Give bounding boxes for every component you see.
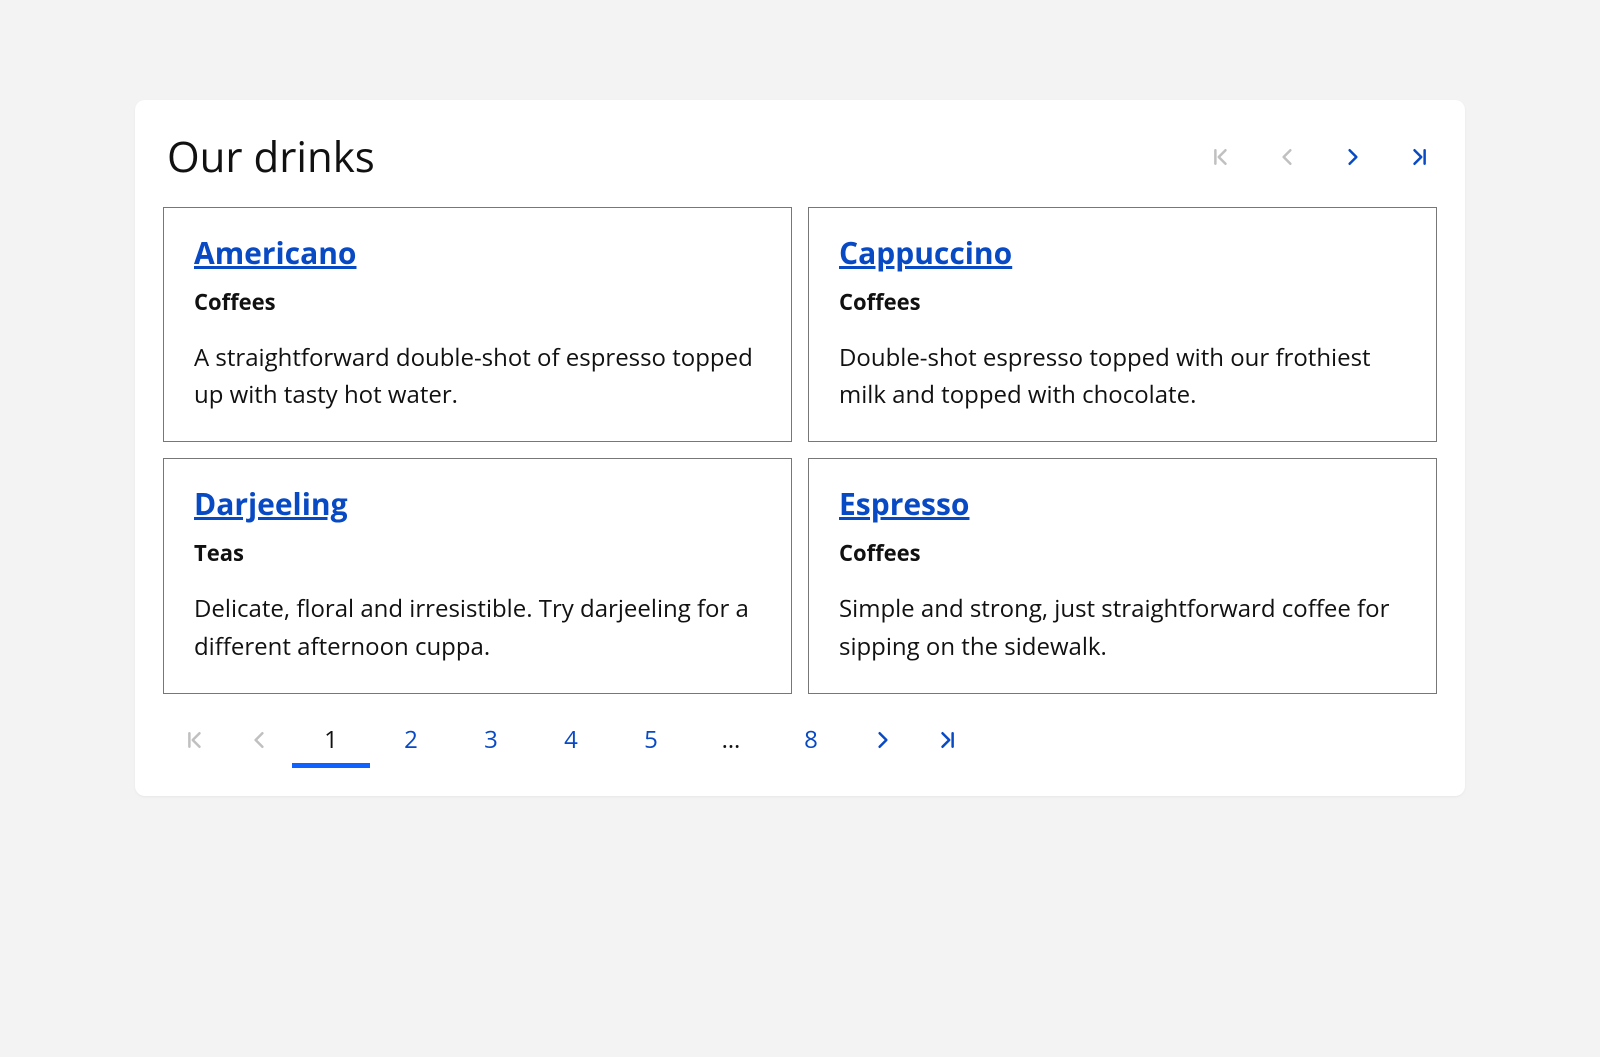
drink-name-link[interactable]: Darjeeling xyxy=(194,483,348,524)
drink-card: Cappuccino Coffees Double-shot espresso … xyxy=(808,207,1437,442)
last-page-icon xyxy=(938,731,956,749)
drink-card: Americano Coffees A straightforward doub… xyxy=(163,207,792,442)
bottom-pagination: 1 2 3 4 5 … 8 xyxy=(163,712,1437,768)
drink-category: Coffees xyxy=(839,287,1406,317)
prev-page-button xyxy=(227,712,291,768)
drink-name-link[interactable]: Cappuccino xyxy=(839,232,1012,273)
chevron-right-icon xyxy=(874,731,892,749)
page-number-current[interactable]: 1 xyxy=(291,712,371,768)
chevron-left-icon xyxy=(250,731,268,749)
first-page-icon xyxy=(186,731,204,749)
page-ellipsis: … xyxy=(691,712,771,768)
top-pagination xyxy=(1207,143,1433,171)
drink-description: A straightforward double-shot of espress… xyxy=(194,339,761,413)
drink-category: Teas xyxy=(194,538,761,568)
drink-description: Delicate, floral and irresistible. Try d… xyxy=(194,590,761,664)
page-number[interactable]: 2 xyxy=(371,712,451,768)
drink-name-link[interactable]: Espresso xyxy=(839,483,969,524)
drinks-panel: Our drinks Americano Coffees A straightf… xyxy=(135,100,1465,796)
next-page-button[interactable] xyxy=(1339,143,1367,171)
page-number[interactable]: 3 xyxy=(451,712,531,768)
last-page-button[interactable] xyxy=(1405,143,1433,171)
last-page-icon xyxy=(1410,148,1428,166)
last-page-button[interactable] xyxy=(915,712,979,768)
drink-card: Espresso Coffees Simple and strong, just… xyxy=(808,458,1437,693)
drink-card: Darjeeling Teas Delicate, floral and irr… xyxy=(163,458,792,693)
next-page-button[interactable] xyxy=(851,712,915,768)
drink-category: Coffees xyxy=(194,287,761,317)
page-title: Our drinks xyxy=(167,128,375,185)
page-number-last[interactable]: 8 xyxy=(771,712,851,768)
chevron-left-icon xyxy=(1278,148,1296,166)
drink-description: Double-shot espresso topped with our fro… xyxy=(839,339,1406,413)
chevron-right-icon xyxy=(1344,148,1362,166)
drink-description: Simple and strong, just straightforward … xyxy=(839,590,1406,664)
drink-category: Coffees xyxy=(839,538,1406,568)
prev-page-button xyxy=(1273,143,1301,171)
first-page-button xyxy=(1207,143,1235,171)
cards-grid: Americano Coffees A straightforward doub… xyxy=(163,207,1437,694)
page-number[interactable]: 5 xyxy=(611,712,691,768)
drink-name-link[interactable]: Americano xyxy=(194,232,357,273)
first-page-icon xyxy=(1212,148,1230,166)
page-number[interactable]: 4 xyxy=(531,712,611,768)
panel-header: Our drinks xyxy=(163,128,1437,185)
first-page-button xyxy=(163,712,227,768)
